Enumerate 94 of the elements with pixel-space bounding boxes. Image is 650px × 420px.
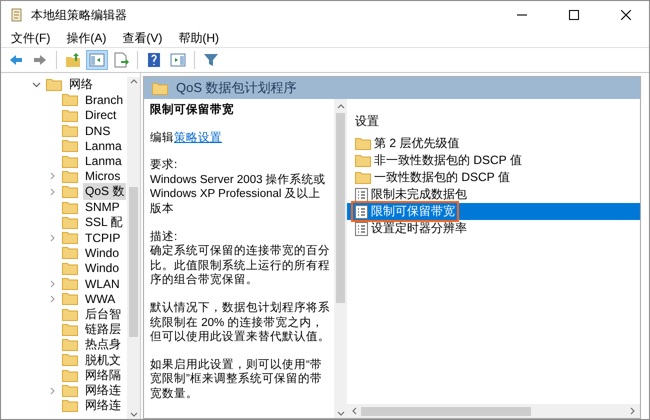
- folder-icon: [62, 262, 78, 275]
- folder-icon: [62, 399, 78, 412]
- tree-item[interactable]: WLAN: [83, 276, 122, 290]
- scrollbar-thumb[interactable]: [336, 113, 345, 303]
- settings-list-item[interactable]: 限制可保留带宽: [347, 203, 640, 220]
- chevron-right-icon[interactable]: [50, 280, 54, 288]
- folder-icon: [62, 384, 78, 398]
- maximize-icon: [569, 10, 579, 20]
- policy-setting-link[interactable]: 策略设置: [174, 132, 222, 144]
- folder-icon: [62, 246, 78, 260]
- settings-list-item[interactable]: 一致性数据包的 DSCP 值: [347, 169, 640, 186]
- tree-item[interactable]: TCPIP: [83, 230, 122, 245]
- chevron-down-icon[interactable]: [32, 82, 40, 88]
- folder-icon: [62, 108, 78, 122]
- scrollbar-thumb[interactable]: [129, 187, 138, 337]
- description-paragraph: 如果启用此设置，则可以使用“带宽限制”框来调整系统可保留的带宽数量。: [150, 358, 323, 402]
- tree-item[interactable]: Lanma: [83, 154, 124, 168]
- folder-icon: [62, 231, 78, 244]
- folder-up-icon: [65, 52, 81, 68]
- toolbar-button[interactable]: [86, 50, 108, 70]
- folder-icon: [62, 170, 78, 183]
- tree-item[interactable]: WWA: [83, 292, 118, 306]
- column-header[interactable]: 设置: [347, 105, 640, 135]
- console-tree-icon: [89, 52, 105, 68]
- close-icon: [621, 10, 631, 20]
- chevron-right-icon[interactable]: [50, 386, 54, 395]
- tree-item[interactable]: SSL 配: [83, 214, 125, 231]
- setting-title: 限制可保留带宽: [150, 103, 235, 118]
- folder-icon: [62, 216, 78, 229]
- tree-item[interactable]: 脱机文: [83, 352, 123, 368]
- tree-item[interactable]: SNMP: [83, 200, 122, 214]
- filter-icon: [203, 52, 219, 68]
- description-paragraph: 描述: 确定系统可保留的连接带宽的百分比。此值限制系统上运行的所有程序的组合带宽保留。: [150, 230, 330, 288]
- chevron-right-icon[interactable]: [50, 294, 54, 303]
- tree-item[interactable]: 热点身: [83, 336, 123, 354]
- settings-list-item[interactable]: 第 2 层优先级值: [347, 135, 640, 152]
- edit-text: 编辑策略设置: [150, 130, 223, 146]
- menu-item[interactable]: 操作(A): [58, 30, 114, 46]
- menu-item[interactable]: 帮助(H): [170, 30, 227, 46]
- tree-item[interactable]: Windo: [83, 246, 122, 260]
- folder-icon: [152, 82, 168, 94]
- folder-icon: [62, 368, 78, 382]
- back-arrow-icon: [8, 52, 24, 68]
- folder-icon: [62, 154, 78, 168]
- tree-item[interactable]: Lanma: [83, 138, 124, 153]
- export-list-icon: [113, 52, 129, 68]
- folder-icon: [355, 154, 371, 167]
- scrollbar-thumb[interactable]: [361, 406, 531, 416]
- help-icon: [146, 52, 162, 68]
- folder-icon: [62, 93, 78, 106]
- tree-item[interactable]: 后台智: [83, 306, 123, 323]
- scroll-right-icon[interactable]: [630, 407, 636, 415]
- folder-icon: [62, 292, 78, 306]
- scroll-left-icon[interactable]: [351, 407, 357, 415]
- folder-icon: [46, 78, 62, 92]
- chevron-right-icon[interactable]: [50, 188, 54, 196]
- policy-icon: [355, 204, 368, 218]
- tree-item[interactable]: 网络连: [83, 397, 123, 414]
- tree-item[interactable]: DNS: [83, 124, 112, 138]
- tree-item[interactable]: 网络隔: [83, 366, 123, 384]
- settings-list-item[interactable]: 非一致性数据包的 DSCP 值: [347, 152, 640, 169]
- policy-icon: [355, 188, 368, 202]
- chevron-right-icon[interactable]: [50, 234, 54, 242]
- folder-icon: [62, 277, 78, 290]
- tree-item[interactable]: QoS 数: [83, 183, 126, 200]
- folder-icon: [62, 124, 78, 138]
- tree-item[interactable]: 网络: [67, 76, 95, 94]
- folder-icon: [62, 338, 78, 352]
- settings-list-item[interactable]: 设置定时器分辨率: [347, 220, 640, 237]
- tree-item[interactable]: Micros: [83, 169, 122, 184]
- folder-icon: [355, 171, 371, 184]
- policy-icon: [355, 222, 368, 236]
- menu-item[interactable]: 文件(F): [3, 30, 58, 46]
- action-pane-icon: [170, 52, 186, 68]
- tree-item[interactable]: Direct: [83, 108, 118, 122]
- folder-icon: [62, 139, 78, 152]
- description-paragraph: 要求: Windows Server 2003 操作系统或 Windows XP Professional 及以上版本: [150, 158, 327, 217]
- description-paragraph: 默认情况下，数据包计划程序将系统限制在 20% 的连接带宽之内，但可以使用此设置来替代默认值。: [150, 300, 330, 345]
- folder-icon: [62, 353, 78, 366]
- folder-icon: [62, 200, 78, 214]
- tree-item[interactable]: Windo: [83, 261, 122, 276]
- tree-item[interactable]: 链路层: [83, 320, 123, 338]
- forward-arrow-icon: [32, 52, 48, 68]
- chevron-right-icon[interactable]: [50, 172, 54, 180]
- tree-item[interactable]: Branch: [83, 92, 126, 107]
- folder-icon: [62, 308, 78, 321]
- folder-icon: [62, 185, 78, 198]
- settings-list-item[interactable]: 限制未完成数据包: [347, 186, 640, 203]
- window-title: 本地组策略编辑器: [31, 6, 128, 24]
- folder-icon: [62, 322, 78, 336]
- pane-header-title: QoS 数据包计划程序: [176, 79, 297, 97]
- tree-item[interactable]: 网络连: [83, 382, 123, 400]
- folder-icon: [355, 137, 371, 150]
- menu-item[interactable]: 查看(V): [114, 30, 170, 46]
